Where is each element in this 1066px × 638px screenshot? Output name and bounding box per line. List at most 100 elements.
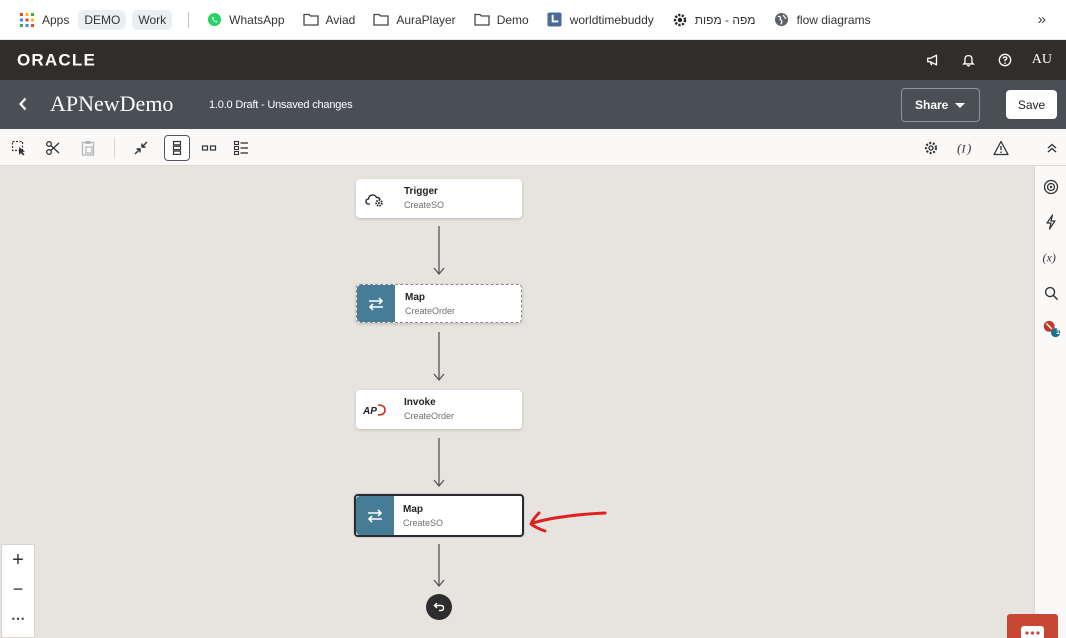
double-chevron-up-icon <box>1047 143 1057 153</box>
bookmark-work[interactable]: Work <box>132 9 173 30</box>
scissors-icon <box>46 141 60 155</box>
svg-text:AP: AP <box>362 406 377 417</box>
node-subtitle: CreateOrder <box>405 306 456 316</box>
trigger-node[interactable]: Trigger CreateSO <box>356 179 522 218</box>
bookmark-label: Work <box>138 12 167 27</box>
zoom-out-button[interactable]: − <box>2 575 34 603</box>
right-rail: (x) 1 <box>1034 166 1066 638</box>
node-title: Map <box>403 504 423 515</box>
bookmark-whatsapp[interactable]: WhatsApp <box>197 6 293 34</box>
clipboard-icon <box>81 141 95 156</box>
help-icon[interactable] <box>996 51 1014 69</box>
vertical-layout-icon <box>172 140 182 156</box>
horizontal-layout-button[interactable] <box>196 135 222 161</box>
bookmark-demo[interactable]: DEMO <box>78 9 127 30</box>
announcement-icon[interactable] <box>924 51 942 69</box>
variables-icon: (x) <box>1043 251 1056 265</box>
collapse-all-button[interactable] <box>128 135 154 161</box>
bookmark-demo-folder[interactable]: Demo <box>465 6 538 34</box>
target-icon <box>1043 179 1059 195</box>
user-avatar[interactable]: AU <box>1032 52 1052 68</box>
node-subtitle: CreateOrder <box>404 411 455 421</box>
search-button[interactable] <box>1041 283 1061 303</box>
settings-button[interactable] <box>918 135 944 161</box>
share-label: Share <box>915 98 949 112</box>
gear-icon <box>924 141 938 155</box>
tracking-button[interactable] <box>1041 177 1061 197</box>
actions-button[interactable] <box>1041 212 1061 232</box>
collapse-toolbar-button[interactable] <box>1039 135 1065 161</box>
search-icon <box>1044 286 1058 300</box>
map-node[interactable]: Map CreateOrder <box>356 284 522 323</box>
bookmark-label: Apps <box>42 12 70 27</box>
integration-titlebar: APNewDemo 1.0.0 Draft - Unsaved changes … <box>0 80 1066 129</box>
bookmark-flow-diagrams[interactable]: flow diagrams <box>765 6 880 34</box>
toolbar-divider <box>114 139 115 157</box>
chat-icon <box>1021 626 1044 638</box>
map-arrows-icon <box>356 496 394 535</box>
error-count-badge: 1 <box>1056 329 1060 336</box>
return-arrow-icon <box>433 602 445 612</box>
connector-arrow <box>433 332 445 382</box>
chevron-left-icon <box>19 97 27 111</box>
chat-button[interactable] <box>1007 614 1058 638</box>
select-tool-button[interactable] <box>6 135 32 161</box>
back-button[interactable] <box>14 94 32 114</box>
notifications-bell-icon[interactable] <box>960 51 978 69</box>
bookmark-label: AuraPlayer <box>396 12 456 27</box>
bookmark-worldtimebuddy[interactable]: worldtimebuddy <box>538 6 663 34</box>
share-button[interactable]: Share <box>901 88 980 122</box>
node-title: Invoke <box>404 397 436 408</box>
map-node-selected[interactable]: Map CreateSO <box>354 494 524 537</box>
bookmark-label: DEMO <box>84 12 121 27</box>
bookmark-label: מפה - מפות <box>694 12 756 27</box>
bookmark-apps[interactable]: Apps <box>0 6 78 34</box>
minimize-icon <box>134 141 148 155</box>
integration-properties-button[interactable]: (I) <box>952 135 978 161</box>
caret-down-icon <box>955 103 965 108</box>
bookmark-maps[interactable]: מפה - מפות <box>663 6 765 34</box>
cut-button[interactable] <box>40 135 66 161</box>
pseudo-view-button[interactable] <box>228 135 254 161</box>
variables-button[interactable]: (x) <box>1041 247 1061 267</box>
node-title: Map <box>405 292 425 303</box>
invoke-node[interactable]: AP Invoke CreateOrder <box>356 390 522 429</box>
zoom-more-button[interactable]: ⋯ <box>2 604 34 632</box>
warning-icon <box>993 140 1009 156</box>
bookmark-label: flow diagrams <box>796 12 871 27</box>
ap-logo-icon: AP <box>356 390 394 429</box>
errors-warnings-button[interactable] <box>988 135 1014 161</box>
svg-text:): ) <box>966 141 971 156</box>
oracle-header: ORACLE AU <box>0 40 1066 80</box>
folder-icon <box>474 12 490 28</box>
folder-icon <box>302 12 319 28</box>
horizontal-layout-icon <box>201 145 217 151</box>
node-subtitle: CreateSO <box>404 200 445 210</box>
globe-icon <box>774 12 790 28</box>
clock-icon <box>547 12 563 28</box>
whatsapp-icon <box>206 12 222 28</box>
bookmark-aviad[interactable]: Aviad <box>294 6 365 34</box>
bookmarks-bar: Apps DEMO Work WhatsApp Aviad AuraPlayer… <box>0 0 1066 40</box>
oracle-logo[interactable]: ORACLE <box>17 50 117 70</box>
zoom-in-button[interactable]: + <box>2 546 34 574</box>
bookmark-auraplayer[interactable]: AuraPlayer <box>364 6 464 34</box>
apps-grid-icon <box>19 12 35 28</box>
page-title: APNewDemo <box>50 91 174 116</box>
errors-button[interactable]: 1 <box>1041 319 1061 339</box>
header-actions: AU <box>924 40 1052 80</box>
end-return-button[interactable] <box>426 594 452 620</box>
draft-status: 1.0.0 Draft - Unsaved changes <box>209 99 353 111</box>
vertical-layout-button[interactable] <box>164 135 190 161</box>
folder-icon <box>373 12 389 28</box>
save-button[interactable]: Save <box>1006 90 1057 119</box>
bookmark-label: Aviad <box>325 12 356 27</box>
connector-arrow <box>433 226 445 276</box>
connector-arrow <box>433 438 445 488</box>
bookmarks-overflow-button[interactable]: » <box>1038 11 1046 28</box>
map-arrows-icon <box>357 285 395 322</box>
bookmark-label: Demo <box>496 12 529 27</box>
variables-icon: (I) <box>957 141 971 156</box>
zoom-controls: + − ⋯ <box>1 544 35 638</box>
paste-button[interactable] <box>75 135 101 161</box>
